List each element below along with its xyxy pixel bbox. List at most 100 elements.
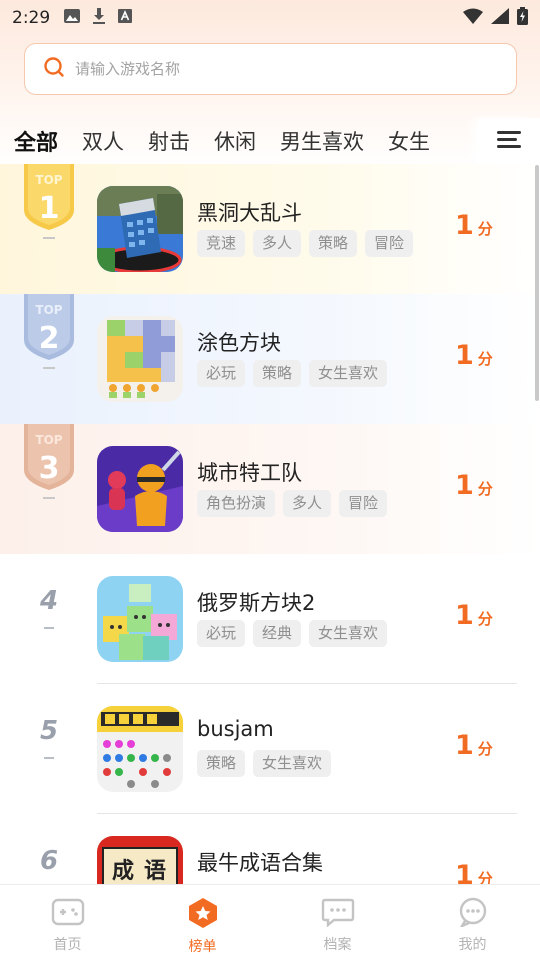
game-score: 1 分 xyxy=(455,340,493,371)
nav-ranking[interactable]: 榜单 xyxy=(135,885,270,960)
top-3-badge-icon: TOP 3 xyxy=(24,424,74,499)
tag-list: 竞速 多人 策略 冒险 xyxy=(197,230,414,257)
game-tag: 女生喜欢 xyxy=(309,360,388,387)
game-thumbnail[interactable] xyxy=(97,316,183,402)
score-unit: 分 xyxy=(477,610,493,628)
game-title: busjam xyxy=(197,717,274,741)
game-tag: 冒险 xyxy=(339,490,388,517)
score-value: 1 xyxy=(455,600,474,631)
score-unit: 分 xyxy=(477,350,493,368)
game-thumbnail[interactable] xyxy=(97,706,183,792)
tag-list: 角色扮演 多人 冒险 xyxy=(197,490,388,517)
menu-icon xyxy=(497,130,521,152)
category-tabs: 全部 双人 射击 休闲 男生喜欢 女生 xyxy=(0,118,540,164)
rank-underline xyxy=(44,627,54,629)
status-bar: 2:29 xyxy=(0,0,540,36)
rank-number: 5 xyxy=(40,716,59,746)
score-unit: 分 xyxy=(477,480,493,498)
list-scrollbar[interactable] xyxy=(535,165,539,401)
game-thumbnail[interactable] xyxy=(97,576,183,662)
badge-top-text: TOP xyxy=(35,173,62,187)
score-unit: 分 xyxy=(477,740,493,758)
game-tag: 竞速 xyxy=(197,230,246,257)
score-value: 1 xyxy=(455,340,474,371)
tab-shooting[interactable]: 射击 xyxy=(148,126,190,156)
gamepad-icon xyxy=(51,897,85,931)
game-title: 最牛成语合集 xyxy=(197,851,323,875)
score-value: 1 xyxy=(455,210,474,241)
app-a-icon xyxy=(118,8,133,28)
status-time: 2:29 xyxy=(12,8,51,28)
rank-number: 3 xyxy=(39,451,60,486)
game-tag: 女生喜欢 xyxy=(309,620,388,647)
tag-list: 策略 女生喜欢 xyxy=(197,750,332,777)
nav-home[interactable]: 首页 xyxy=(0,885,135,960)
game-tag: 必玩 xyxy=(197,360,246,387)
list-item[interactable]: 5 busjam 策略 女生喜欢 1 分 xyxy=(0,684,540,814)
score-unit: 分 xyxy=(477,220,493,238)
battery-icon xyxy=(517,6,528,30)
top-2-badge-icon: TOP 2 xyxy=(24,294,74,369)
search-icon xyxy=(43,56,65,82)
ranking-icon xyxy=(186,897,220,933)
top-1-badge-icon: TOP 1 xyxy=(24,164,74,239)
tab-all[interactable]: 全部 xyxy=(14,125,58,157)
badge-top-text: TOP xyxy=(35,303,62,317)
nav-label: 我的 xyxy=(458,937,487,953)
game-thumbnail[interactable] xyxy=(97,446,183,532)
wifi-icon xyxy=(463,8,483,29)
list-item[interactable]: TOP 1 黑洞大乱斗 竞速 多人 策略 冒险 1 分 xyxy=(0,164,540,294)
game-score: 1 分 xyxy=(455,730,493,761)
badge-top-text: TOP xyxy=(35,433,62,447)
ranking-list: TOP 1 黑洞大乱斗 竞速 多人 策略 冒险 1 分 TOP 2 涂色方块 必… xyxy=(0,164,540,944)
rank-number: 1 xyxy=(39,191,60,226)
game-tag: 女生喜欢 xyxy=(253,750,332,777)
game-tag: 角色扮演 xyxy=(197,490,276,517)
game-tag: 必玩 xyxy=(197,620,246,647)
score-value: 1 xyxy=(455,470,474,501)
thumb-char: 语 xyxy=(144,858,166,884)
rank-underline xyxy=(44,757,54,759)
nav-archive[interactable]: 档案 xyxy=(270,885,405,960)
game-score: 1 分 xyxy=(455,470,493,501)
tab-girls[interactable]: 女生 xyxy=(388,126,430,156)
score-value: 1 xyxy=(455,730,474,761)
rank-number: 6 xyxy=(40,846,59,876)
game-tag: 多人 xyxy=(253,230,302,257)
tab-boys-favorite[interactable]: 男生喜欢 xyxy=(280,126,364,156)
tag-list: 必玩 策略 女生喜欢 xyxy=(197,360,388,387)
game-tag: 策略 xyxy=(253,360,302,387)
tab-casual[interactable]: 休闲 xyxy=(214,126,256,156)
nav-me[interactable]: 我的 xyxy=(405,885,540,960)
game-title: 城市特工队 xyxy=(197,461,302,485)
tab-two-player[interactable]: 双人 xyxy=(82,126,124,156)
game-tag: 冒险 xyxy=(365,230,414,257)
list-item[interactable]: TOP 2 涂色方块 必玩 策略 女生喜欢 1 分 xyxy=(0,294,540,424)
rank-number: 2 xyxy=(39,321,60,356)
game-tag: 策略 xyxy=(197,750,246,777)
bottom-nav: 首页 榜单 档案 我的 xyxy=(0,884,540,960)
game-thumbnail[interactable] xyxy=(97,186,183,272)
category-menu-button[interactable] xyxy=(478,118,540,164)
list-item[interactable]: 4 俄罗斯方块2 必玩 经典 女生喜欢 1 分 xyxy=(0,554,540,684)
tag-list: 必玩 经典 女生喜欢 xyxy=(197,620,388,647)
list-item[interactable]: TOP 3 城市特工队 角色扮演 多人 冒险 1 分 xyxy=(0,424,540,554)
search-input[interactable] xyxy=(75,60,455,78)
game-tag: 经典 xyxy=(253,620,302,647)
game-title: 涂色方块 xyxy=(197,331,281,355)
game-title: 俄罗斯方块2 xyxy=(197,591,316,615)
game-tag: 多人 xyxy=(283,490,332,517)
game-title: 黑洞大乱斗 xyxy=(197,201,302,225)
nav-label: 榜单 xyxy=(188,939,217,955)
signal-icon xyxy=(491,7,509,29)
nav-label: 首页 xyxy=(53,937,82,953)
download-icon xyxy=(92,7,106,29)
nav-label: 档案 xyxy=(323,937,352,953)
image-notification-icon xyxy=(64,8,81,28)
game-score: 1 分 xyxy=(455,600,493,631)
rank-number: 4 xyxy=(40,586,59,616)
thumb-char: 成 xyxy=(112,858,134,884)
search-bar[interactable] xyxy=(24,43,517,95)
game-tag: 策略 xyxy=(309,230,358,257)
profile-chat-icon xyxy=(456,897,490,931)
